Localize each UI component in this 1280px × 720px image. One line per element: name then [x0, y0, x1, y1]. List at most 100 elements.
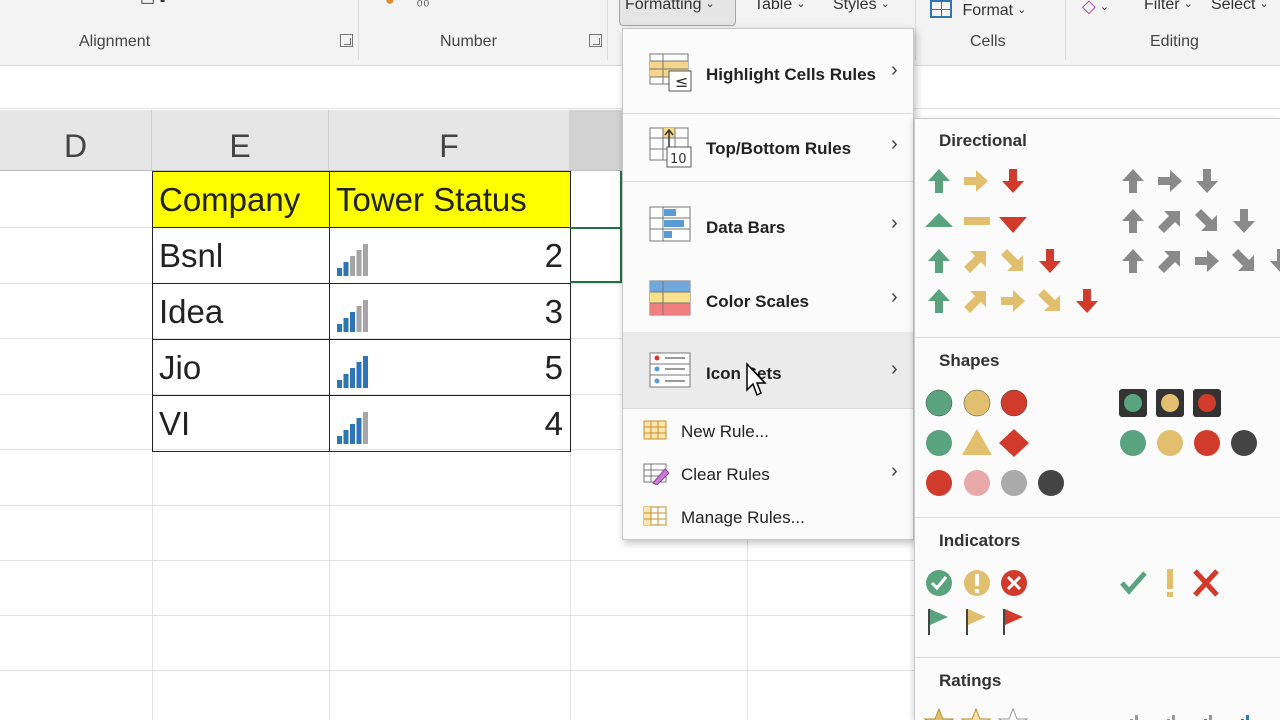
green-up-arrow-icon: [928, 169, 950, 193]
number-dialog-launcher-icon[interactable]: [589, 34, 602, 47]
data-table: Company Tower Status Bsnl 2 Idea 3 Jio 5…: [152, 171, 571, 452]
cell-styles-label: Styles: [833, 0, 877, 13]
menu-item-manage-rules[interactable]: Manage Rules...: [623, 496, 913, 538]
section-title-directional: Directional: [939, 131, 1027, 150]
data-bars-icon: [649, 206, 695, 251]
group-label-cells: Cells: [970, 33, 1006, 50]
header-company[interactable]: Company: [152, 171, 330, 228]
column-header-d[interactable]: D: [0, 110, 152, 171]
signal-bar: [363, 300, 368, 332]
new-rule-icon: [643, 420, 669, 447]
ratings-icons: [923, 707, 1249, 720]
menu-label: Manage Rules...: [681, 508, 805, 527]
menu-item-top-bottom-rules[interactable]: 10 Top/Bottom Rules ›: [623, 107, 913, 181]
signal-bars-icon: [336, 412, 370, 452]
column-header-f[interactable]: F: [329, 110, 570, 171]
status-cell[interactable]: 4: [329, 395, 571, 452]
eraser-icon: ◇: [1082, 0, 1096, 16]
menu-item-new-rule[interactable]: New Rule...: [623, 410, 913, 452]
company-cell[interactable]: Jio: [152, 339, 330, 396]
menu-item-data-bars[interactable]: Data Bars ›: [623, 186, 913, 260]
signal-bars-icon: [336, 300, 370, 340]
signal-bar: [356, 362, 362, 388]
table-row: Idea 3: [152, 283, 571, 340]
menu-label: Icon Sets: [706, 364, 782, 383]
signal-bar: [350, 424, 355, 444]
section-title-ratings: Ratings: [939, 671, 1002, 690]
alignment-dialog-launcher-icon[interactable]: [340, 34, 353, 47]
menu-item-color-scales[interactable]: Color Scales ›: [623, 260, 913, 334]
company-cell[interactable]: Idea: [152, 283, 330, 340]
find-select-button[interactable]: Select ⌄: [1211, 0, 1269, 14]
icon-sets-icon: [649, 352, 695, 397]
signal-bar: [350, 312, 355, 332]
signal-bar: [356, 306, 362, 332]
find-select-label: Select: [1211, 0, 1256, 13]
table-row: VI 4: [152, 395, 571, 452]
highlight-cells-icon: ≤: [649, 53, 695, 98]
section-separator: [915, 337, 1280, 338]
status-cell[interactable]: 2: [329, 227, 571, 284]
gridline: [0, 560, 920, 561]
menu-item-icon-sets[interactable]: Icon Sets ›: [623, 332, 913, 408]
color-scales-icon: [649, 280, 695, 325]
menu-separator: [623, 408, 913, 409]
signal-bar: [337, 380, 342, 388]
table-header-row: Company Tower Status: [152, 171, 571, 228]
company-cell[interactable]: VI: [152, 395, 330, 452]
table-row: Jio 5: [152, 339, 571, 396]
sort-filter-button[interactable]: Filter ⌄: [1144, 0, 1193, 14]
status-value: 2: [544, 237, 563, 274]
svg-text:≤: ≤: [675, 72, 688, 91]
menu-label: Color Scales: [706, 292, 809, 311]
signal-bar: [356, 418, 362, 444]
ribbon-separator: [915, 0, 916, 60]
menu-label: Highlight Cells Rules: [706, 65, 877, 84]
red-down-arrow-icon: [1002, 169, 1024, 193]
active-cell[interactable]: [570, 227, 622, 283]
signal-bar: [363, 244, 368, 276]
section-title-shapes: Shapes: [939, 351, 1000, 370]
format-as-table-button[interactable]: Table ⌄: [754, 0, 805, 14]
signal-bar: [337, 436, 342, 444]
chevron-down-icon: ⌄: [705, 0, 715, 10]
top-bottom-icon: 10: [649, 127, 695, 174]
company-cell[interactable]: Bsnl: [152, 227, 330, 284]
group-label-alignment: Alignment: [79, 33, 151, 50]
menu-item-clear-rules[interactable]: Clear Rules ›: [623, 453, 913, 495]
status-cell[interactable]: 3: [329, 283, 571, 340]
signal-bar: [350, 368, 355, 388]
conditional-formatting-button[interactable]: Formatting ⌄: [619, 0, 736, 26]
green-triangle-up-icon: [925, 213, 953, 227]
format-button[interactable]: Format ⌄: [930, 0, 1026, 20]
cell-styles-button[interactable]: Styles ⌄: [833, 0, 890, 14]
column-header-g[interactable]: [570, 110, 622, 171]
gridline: [0, 670, 920, 671]
clear-button[interactable]: ◇ ⌄: [1082, 0, 1109, 17]
chevron-right-icon: ›: [891, 358, 898, 380]
menu-separator: [623, 181, 913, 182]
status-value: 5: [544, 349, 563, 386]
indicator-icons: [926, 569, 1219, 635]
ribbon-separator: [607, 0, 608, 60]
signal-bar: [350, 256, 355, 276]
signal-bar: [363, 356, 368, 388]
mouse-pointer-icon: [746, 362, 767, 397]
column-header-e[interactable]: E: [152, 110, 329, 171]
chevron-right-icon: ›: [891, 286, 898, 308]
conditional-formatting-menu: ≤ Highlight Cells Rules › 10 Top/Bottom …: [622, 28, 914, 540]
status-cell[interactable]: 5: [329, 339, 571, 396]
section-title-indicators: Indicators: [939, 531, 1021, 550]
header-tower-status[interactable]: Tower Status: [329, 171, 571, 228]
group-label-editing: Editing: [1150, 33, 1199, 50]
gridline: [0, 615, 920, 616]
red-triangle-down-icon: [999, 217, 1027, 233]
signal-bar: [363, 412, 368, 444]
menu-item-highlight-cells-rules[interactable]: ≤ Highlight Cells Rules ›: [623, 33, 913, 107]
format-as-table-label: Table: [754, 0, 793, 13]
signal-bar: [343, 374, 349, 388]
icon-sets-submenu: Directional Shapes Indicators Ratings: [914, 118, 1280, 720]
signal-bars-icon: [336, 356, 370, 396]
chevron-down-icon: ⌄: [1259, 0, 1269, 10]
chevron-right-icon: ›: [891, 460, 898, 482]
